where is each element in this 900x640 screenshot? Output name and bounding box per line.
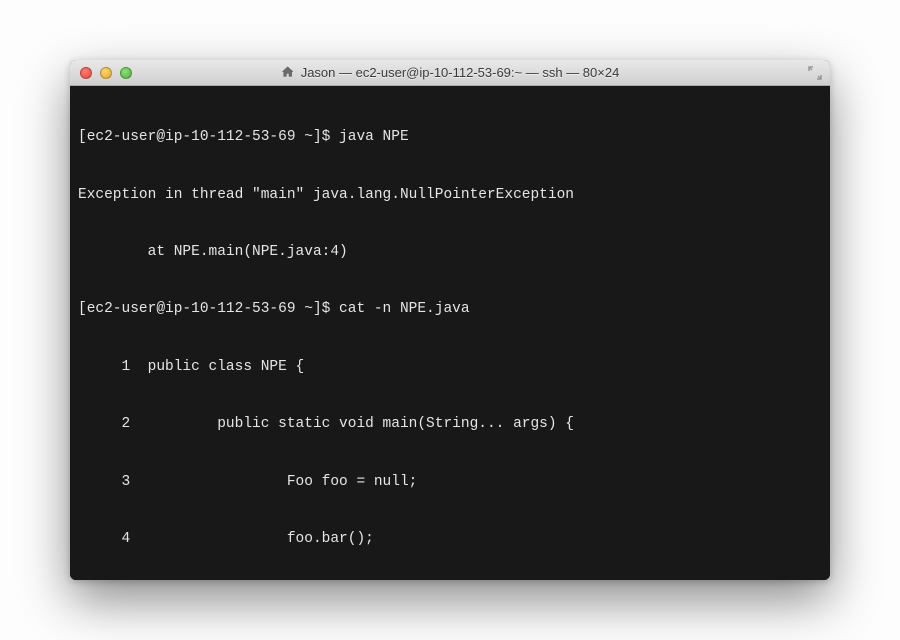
terminal-line: Exception in thread "main" java.lang.Nul… xyxy=(78,186,822,205)
minimize-button[interactable] xyxy=(100,67,112,79)
zoom-button[interactable] xyxy=(120,67,132,79)
terminal-line: 4 foo.bar(); xyxy=(78,530,822,549)
window-title-text: Jason — ec2-user@ip-10-112-53-69:~ — ssh… xyxy=(301,65,620,80)
terminal-line: [ec2-user@ip-10-112-53-69 ~]$ java NPE xyxy=(78,128,822,147)
terminal-line: 3 Foo foo = null; xyxy=(78,473,822,492)
terminal-line: at NPE.main(NPE.java:4) xyxy=(78,243,822,262)
home-icon xyxy=(281,65,295,79)
terminal-line: 2 public static void main(String... args… xyxy=(78,415,822,434)
terminal-line: [ec2-user@ip-10-112-53-69 ~]$ cat -n NPE… xyxy=(78,300,822,319)
window-title: Jason — ec2-user@ip-10-112-53-69:~ — ssh… xyxy=(281,65,620,80)
fullscreen-icon[interactable] xyxy=(808,66,822,80)
titlebar: Jason — ec2-user@ip-10-112-53-69:~ — ssh… xyxy=(70,60,830,86)
terminal-window: Jason — ec2-user@ip-10-112-53-69:~ — ssh… xyxy=(70,60,830,580)
close-button[interactable] xyxy=(80,67,92,79)
traffic-lights xyxy=(80,67,132,79)
terminal-line: 1 public class NPE { xyxy=(78,358,822,377)
terminal-content[interactable]: [ec2-user@ip-10-112-53-69 ~]$ java NPE E… xyxy=(70,86,830,580)
